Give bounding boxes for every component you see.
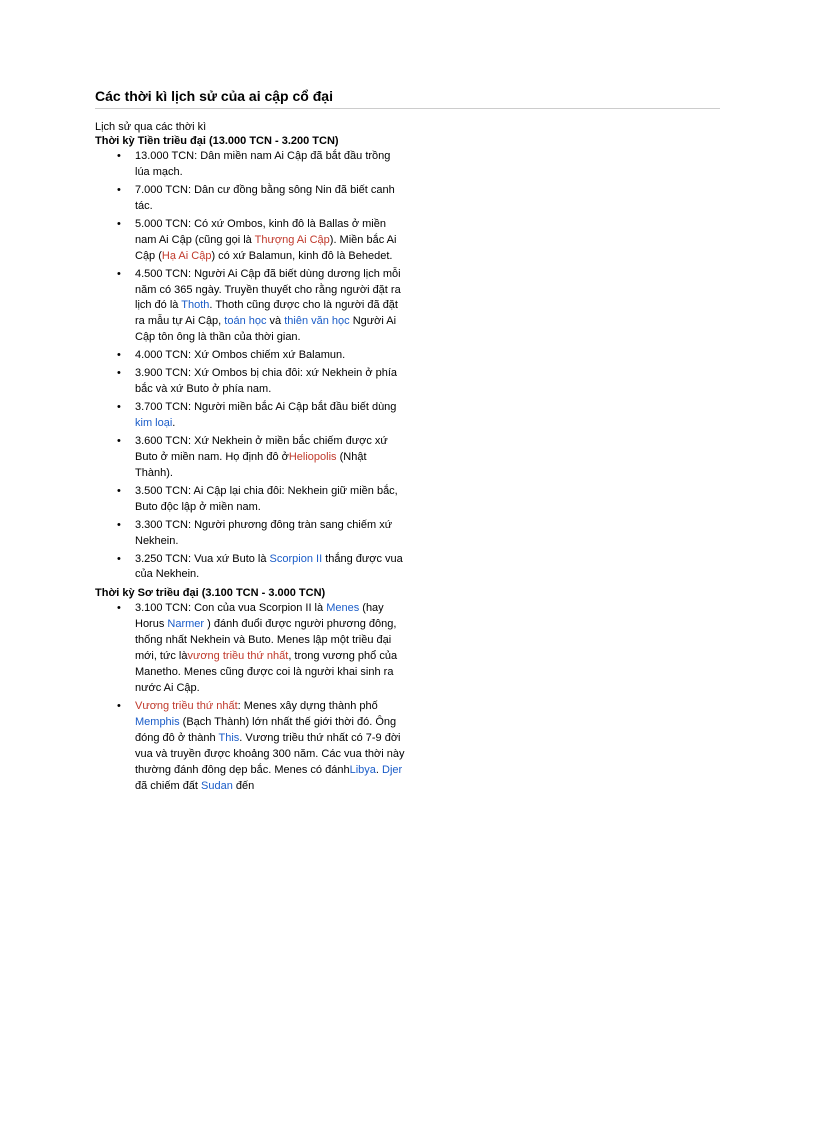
main-title: Các thời kì lịch sử của ai cập cổ đại — [95, 88, 720, 109]
list-item: Vương triều thứ nhất: Menes xây dựng thà… — [95, 699, 405, 795]
document-page: Các thời kì lịch sử của ai cập cổ đại Lị… — [0, 0, 816, 1123]
list-item: 3.300 TCN: Người phương đông tràn sang c… — [95, 518, 405, 550]
intro-text: Lịch sử qua các thời kì — [95, 121, 720, 133]
link[interactable]: Djer — [382, 764, 402, 776]
link[interactable]: Vương triều thứ nhất — [135, 700, 238, 712]
link[interactable]: toán học — [224, 315, 266, 327]
link[interactable]: Memphis — [135, 716, 180, 728]
item-list: 3.100 TCN: Con của vua Scorpion II là Me… — [95, 601, 720, 794]
link[interactable]: Hạ Ai Cập — [162, 250, 212, 262]
link[interactable]: kim loại — [135, 417, 172, 429]
link[interactable]: Menes — [326, 602, 359, 614]
content-area: Các thời kì lịch sử của ai cập cổ đại Lị… — [95, 88, 720, 799]
link[interactable]: Sudan — [201, 780, 233, 792]
list-item: 3.700 TCN: Người miền bắc Ai Cập bắt đầu… — [95, 400, 405, 432]
list-item: 4.000 TCN: Xứ Ombos chiếm xứ Balamun. — [95, 348, 405, 364]
list-item: 13.000 TCN: Dân miền nam Ai Cập đã bắt đ… — [95, 149, 405, 181]
list-item: 7.000 TCN: Dân cư đồng bằng sông Nin đã … — [95, 183, 405, 215]
link[interactable]: This — [218, 732, 239, 744]
section-1: Thời kỳ Sơ triều đại (3.100 TCN - 3.000 … — [95, 587, 720, 794]
list-item: 3.600 TCN: Xứ Nekhein ở miền bắc chiếm đ… — [95, 434, 405, 482]
list-item: 5.000 TCN: Có xứ Ombos, kinh đô là Balla… — [95, 217, 405, 265]
section-0: Thời kỳ Tiền triều đại (13.000 TCN - 3.2… — [95, 135, 720, 583]
link[interactable]: Thoth — [181, 299, 209, 311]
link[interactable]: thiên văn học — [284, 315, 349, 327]
list-item: 3.250 TCN: Vua xứ Buto là Scorpion II th… — [95, 552, 405, 584]
section-title: Thời kỳ Sơ triều đại (3.100 TCN - 3.000 … — [95, 587, 720, 599]
link[interactable]: Narmer — [167, 618, 204, 630]
list-item: 3.900 TCN: Xứ Ombos bị chia đôi: xứ Nekh… — [95, 366, 405, 398]
link[interactable]: Scorpion II — [270, 553, 323, 565]
item-list: 13.000 TCN: Dân miền nam Ai Cập đã bắt đ… — [95, 149, 720, 583]
list-item: 3.500 TCN: Ai Cập lại chia đôi: Nekhein … — [95, 484, 405, 516]
link[interactable]: vương triều thứ nhất — [187, 650, 288, 662]
link[interactable]: Heliopolis — [289, 451, 337, 463]
link[interactable]: Thượng Ai Cập — [255, 234, 330, 246]
section-title: Thời kỳ Tiền triều đại (13.000 TCN - 3.2… — [95, 135, 720, 147]
list-item: 4.500 TCN: Người Ai Cập đã biết dùng dươ… — [95, 267, 405, 347]
link[interactable]: Libya — [350, 764, 376, 776]
list-item: 3.100 TCN: Con của vua Scorpion II là Me… — [95, 601, 405, 697]
